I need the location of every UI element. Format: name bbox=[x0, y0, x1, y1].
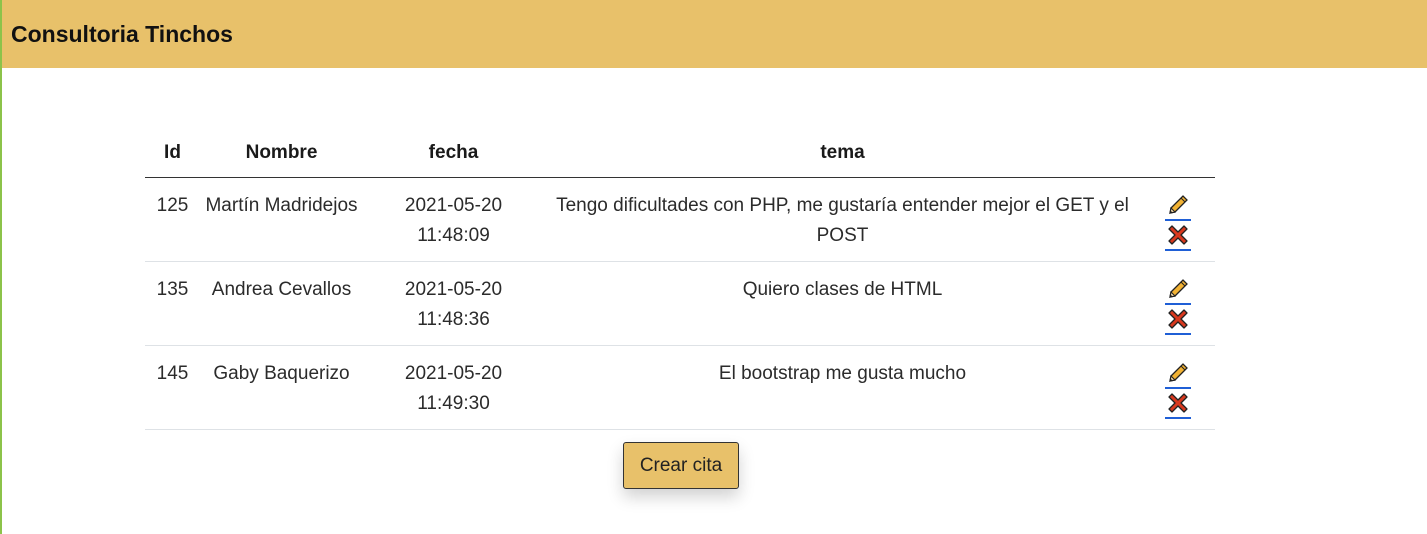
cell-fecha: 2021-05-20 11:48:09 bbox=[363, 177, 544, 262]
cell-id: 125 bbox=[145, 177, 200, 262]
cell-nombre: Martín Madridejos bbox=[200, 177, 363, 262]
header-actions bbox=[1141, 128, 1215, 178]
table-header-row: Id Nombre fecha tema bbox=[145, 128, 1215, 178]
fecha-time: 11:48:09 bbox=[417, 225, 490, 246]
fecha-date: 2021-05-20 bbox=[404, 279, 503, 300]
edit-link[interactable] bbox=[1165, 277, 1191, 305]
table-row: 145 Gaby Baquerizo 2021-05-20 11:49:30 E… bbox=[145, 345, 1215, 430]
cell-tema: El bootstrap me gusta mucho bbox=[544, 345, 1141, 430]
fecha-date: 2021-05-20 bbox=[404, 363, 503, 384]
pencil-icon bbox=[1169, 195, 1188, 214]
fecha-time: 11:48:36 bbox=[417, 309, 490, 330]
header-id: Id bbox=[145, 128, 200, 178]
cell-nombre: Gaby Baquerizo bbox=[200, 345, 363, 430]
cell-nombre: Andrea Cevallos bbox=[200, 261, 363, 346]
cell-id: 145 bbox=[145, 345, 200, 430]
cell-actions bbox=[1141, 345, 1215, 430]
table-row: 125 Martín Madridejos 2021-05-20 11:48:0… bbox=[145, 177, 1215, 262]
fecha-date: 2021-05-20 bbox=[404, 195, 503, 216]
create-button-container: Crear cita bbox=[623, 442, 739, 489]
cell-actions bbox=[1141, 261, 1215, 346]
cell-tema: Quiero clases de HTML bbox=[544, 261, 1141, 346]
edit-link[interactable] bbox=[1165, 361, 1191, 389]
create-appointment-button[interactable]: Crear cita bbox=[623, 442, 739, 489]
delete-link[interactable] bbox=[1165, 223, 1191, 251]
header-nombre: Nombre bbox=[200, 128, 363, 178]
cell-actions bbox=[1141, 177, 1215, 262]
table-row: 135 Andrea Cevallos 2021-05-20 11:48:36 … bbox=[145, 261, 1215, 346]
delete-link[interactable] bbox=[1165, 307, 1191, 335]
pencil-icon bbox=[1169, 363, 1188, 382]
delete-link[interactable] bbox=[1165, 391, 1191, 419]
cell-id: 135 bbox=[145, 261, 200, 346]
fecha-time: 11:49:30 bbox=[417, 393, 490, 414]
appointments-table: Id Nombre fecha tema 125 Martín Madridej… bbox=[145, 128, 1215, 430]
cross-icon bbox=[1168, 393, 1188, 413]
header-fecha: fecha bbox=[363, 128, 544, 178]
pencil-icon bbox=[1169, 279, 1188, 298]
cell-fecha: 2021-05-20 11:48:36 bbox=[363, 261, 544, 346]
appointments-table-container: Id Nombre fecha tema 125 Martín Madridej… bbox=[145, 128, 1215, 430]
navbar-brand[interactable]: Consultoria Tinchos bbox=[11, 21, 233, 48]
cell-fecha: 2021-05-20 11:49:30 bbox=[363, 345, 544, 430]
edit-link[interactable] bbox=[1165, 193, 1191, 221]
cell-tema: Tengo dificultades con PHP, me gustaría … bbox=[544, 177, 1141, 262]
cross-icon bbox=[1168, 225, 1188, 245]
header-tema: tema bbox=[544, 128, 1141, 178]
page: Consultoria Tinchos Id Nombre fecha tema bbox=[0, 0, 1427, 534]
navbar: Consultoria Tinchos bbox=[2, 0, 1427, 68]
cross-icon bbox=[1168, 309, 1188, 329]
